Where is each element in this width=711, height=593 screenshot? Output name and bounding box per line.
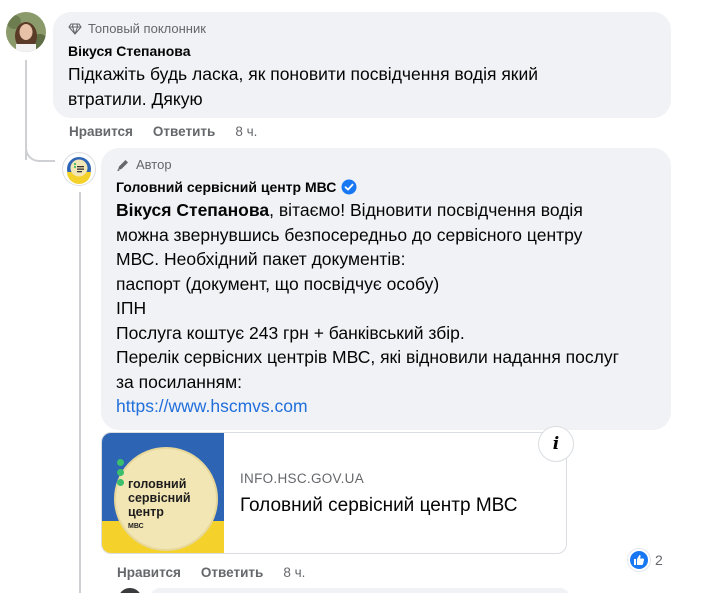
badge-label: Топовый поклонник (88, 21, 206, 36)
next-reply-bubble (150, 588, 570, 593)
comment-text-line: втратили. Дякую (68, 88, 203, 109)
reply-text-line: можна звернувшись безпосередньо до серві… (116, 224, 583, 245)
verified-badge-icon (341, 179, 357, 195)
reply-text-line: Послуга коштує 243 грн + банківський збі… (116, 322, 465, 343)
reply-button[interactable]: Ответить (201, 565, 263, 580)
logo-subtext: МВС (128, 523, 144, 530)
reply-button[interactable]: Ответить (153, 124, 215, 139)
url-link[interactable]: https://www.hscmvs.com (116, 394, 619, 419)
reply-text-line: ІПН (116, 298, 147, 318)
author-name[interactable]: Вікуся Степанова (68, 43, 191, 59)
author-name[interactable]: Головний сервісний центр МВС (116, 179, 336, 195)
logo-text-line: сервісний (128, 491, 191, 505)
comment-author[interactable]: Вікуся Степанова (68, 43, 191, 59)
reply-actions: Нравится Ответить 8 ч. (117, 565, 325, 580)
diamond-icon (68, 22, 82, 35)
link-preview-thumbnail: головний сервісний центр МВС (102, 433, 224, 553)
commenter-avatar[interactable] (6, 12, 46, 52)
like-button[interactable]: Нравится (69, 124, 133, 139)
reply-text-line: за посиланням: (116, 371, 242, 392)
reaction-summary[interactable]: 2 (628, 549, 663, 571)
link-preview-card[interactable]: головний сервісний центр МВС INFO.HSC.GO… (101, 432, 567, 554)
next-reply-avatar[interactable] (118, 588, 142, 593)
reply-text-line: Вікуся Степанова, вітаємо! Відновити пос… (116, 198, 619, 223)
reply-bubble: Автор Головний сервісний центр МВС Вікус… (101, 148, 671, 430)
like-reaction-icon (628, 549, 650, 571)
timestamp[interactable]: 8 ч. (283, 565, 305, 580)
reply-text: Вікуся Степанова, вітаємо! Відновити пос… (116, 198, 619, 419)
thread-connector (25, 138, 55, 162)
top-fan-badge: Топовый поклонник (68, 21, 206, 36)
link-domain: INFO.HSC.GOV.UA (240, 471, 365, 486)
reply-author[interactable]: Головний сервісний центр МВС (116, 179, 357, 195)
reply-text-line: паспорт (документ, що посвідчує особу) (116, 273, 440, 294)
reaction-count: 2 (655, 552, 663, 568)
comment-actions: Нравится Ответить 8 ч. (69, 124, 277, 139)
page-avatar[interactable] (62, 152, 96, 186)
thread-line-reply (79, 192, 81, 593)
reply-text-line: Перелік сервісних центрів МВС, які відно… (116, 347, 619, 367)
comment-text: Підкажіть будь ласка, як поновити посвід… (68, 62, 538, 111)
mention-link[interactable]: Вікуся Степанова (116, 200, 269, 220)
logo-text-line: центр (128, 505, 164, 519)
logo-text: головний сервісний центр (128, 477, 191, 519)
comment-text-line: Підкажіть будь ласка, як поновити посвід… (68, 64, 538, 84)
logo-dots (117, 459, 124, 489)
info-icon[interactable]: i (538, 426, 574, 462)
comment-bubble: Топовый поклонник Вікуся Степанова Підка… (53, 12, 671, 118)
reply-text-line: МВС. Необхідний пакет документів: (116, 249, 406, 269)
badge-label: Автор (136, 157, 172, 172)
pencil-icon (117, 159, 128, 171)
timestamp[interactable]: 8 ч. (235, 124, 257, 139)
like-button[interactable]: Нравится (117, 565, 181, 580)
link-title: Головний сервісний центр МВС (240, 495, 518, 516)
author-badge: Автор (116, 157, 172, 172)
reply-text-segment: , вітаємо! Відновити посвідчення водія (269, 200, 583, 220)
logo-text-line: головний (128, 477, 187, 491)
